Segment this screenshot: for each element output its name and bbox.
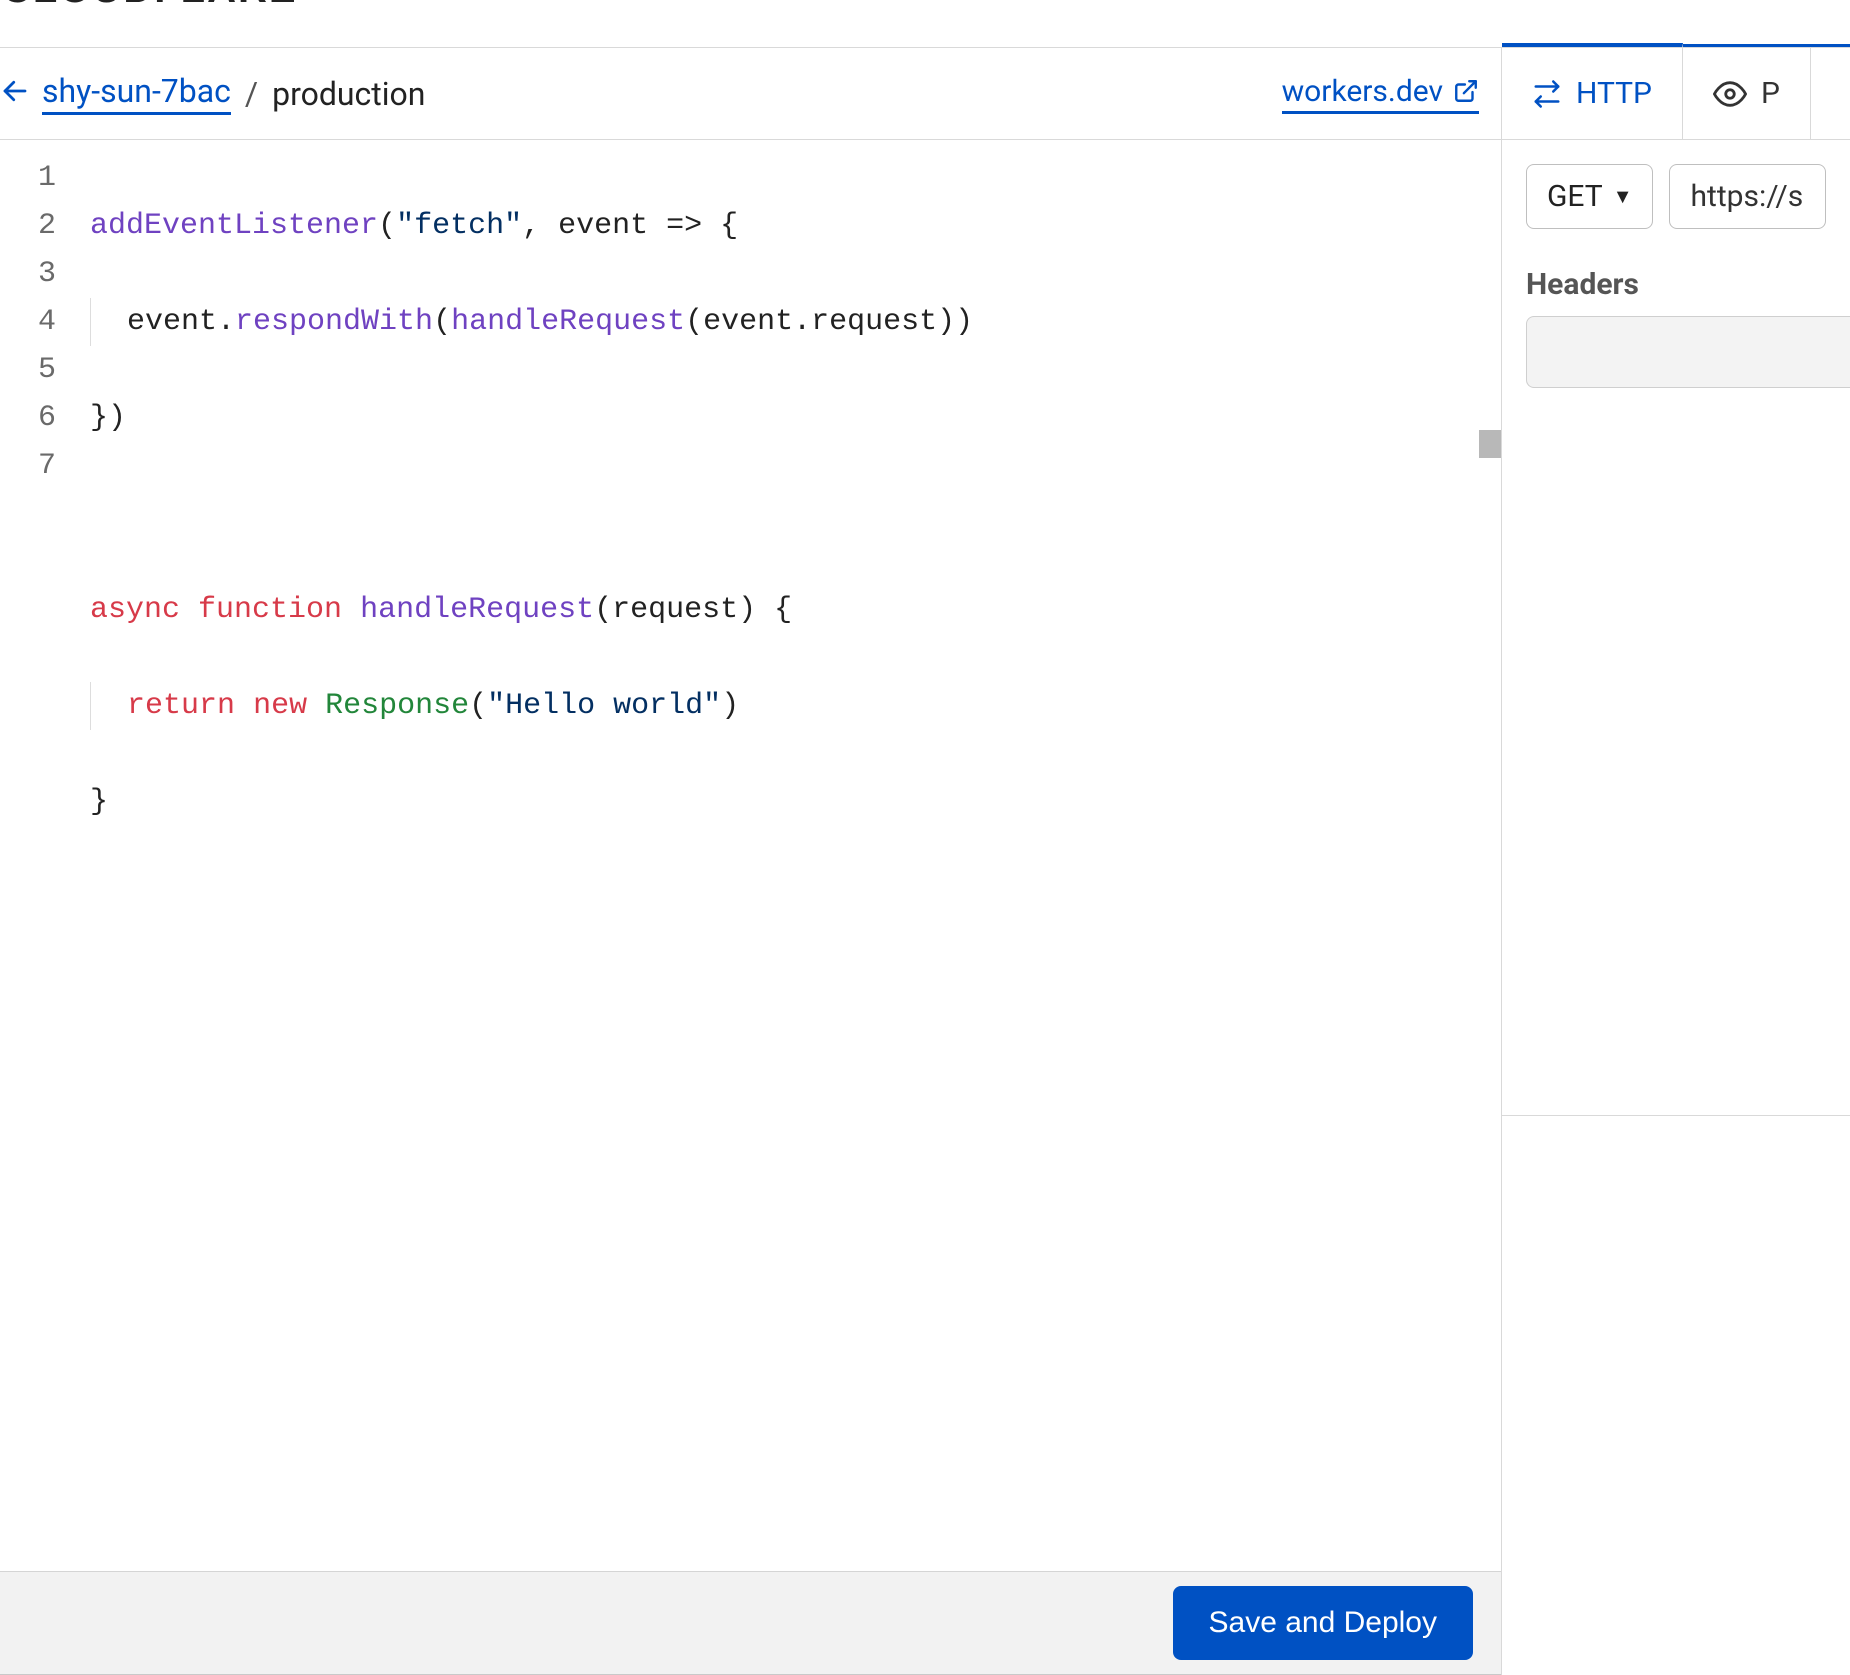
workers-dev-label: workers.dev — [1282, 74, 1443, 109]
http-method-select[interactable]: GET ▼ — [1526, 164, 1653, 229]
code-area[interactable]: addEventListener ( "fetch", event => { eve… — [80, 140, 1501, 1571]
tab-http[interactable]: HTTP — [1502, 43, 1683, 139]
external-link-icon — [1453, 78, 1479, 104]
line-gutter: 1234567 — [0, 140, 80, 1571]
code-token: respondWith — [235, 305, 433, 339]
headers-input[interactable] — [1526, 316, 1850, 388]
code-token: new — [253, 689, 307, 723]
breadcrumb-row: shy-sun-7bac / production workers.dev — [0, 48, 1501, 140]
save-and-deploy-button[interactable]: Save and Deploy — [1173, 1586, 1474, 1660]
code-token: "Hello world" — [487, 689, 721, 723]
tab-preview-label: P — [1761, 76, 1780, 111]
code-token: "fetch" — [396, 209, 522, 243]
editor-footer: Save and Deploy — [0, 1571, 1501, 1675]
workers-dev-link[interactable]: workers.dev — [1282, 74, 1479, 114]
caret-down-icon: ▼ — [1613, 184, 1633, 209]
breadcrumb-environment: production — [272, 75, 425, 113]
back-arrow-icon[interactable] — [0, 76, 34, 112]
breadcrumb: shy-sun-7bac / production — [0, 72, 425, 115]
brand-bar: CLOUDFLARE — [0, 0, 1850, 48]
side-pane: HTTP P GET ▼ https://s Headers — [1502, 44, 1850, 1675]
editor-pane: shy-sun-7bac / production workers.dev 12… — [0, 48, 1502, 1675]
code-token: function — [198, 593, 342, 627]
tab-http-label: HTTP — [1576, 76, 1652, 111]
tab-preview[interactable]: P — [1683, 48, 1811, 139]
code-token: Response — [325, 689, 469, 723]
http-method-value: GET — [1547, 179, 1603, 214]
code-token: , event => { — [522, 209, 738, 243]
code-token: handleRequest — [360, 593, 594, 627]
code-token: }) — [90, 401, 126, 435]
code-token: ( — [433, 305, 451, 339]
response-area — [1502, 1115, 1850, 1675]
http-arrows-icon — [1532, 79, 1562, 109]
breadcrumb-separator: / — [239, 75, 264, 113]
breadcrumb-project-link[interactable]: shy-sun-7bac — [42, 72, 231, 115]
code-token: handleRequest — [451, 305, 685, 339]
code-token: return — [127, 689, 235, 723]
minimap-viewport-indicator[interactable] — [1479, 430, 1501, 458]
code-token: addEventListener — [90, 209, 378, 243]
request-row: GET ▼ https://s — [1502, 140, 1850, 239]
breadcrumb-right: workers.dev — [1282, 74, 1479, 114]
code-token: async — [90, 593, 180, 627]
code-token: (request) { — [594, 593, 792, 627]
code-editor[interactable]: 1234567 addEventListener ( "fetch", event … — [0, 140, 1501, 1571]
code-token: } — [90, 785, 108, 819]
workspace: shy-sun-7bac / production workers.dev 12… — [0, 48, 1850, 1675]
code-token: (event.request)) — [685, 305, 973, 339]
request-url-value: https://s — [1690, 179, 1803, 214]
request-url-input[interactable]: https://s — [1669, 164, 1826, 229]
side-tabs: HTTP P — [1502, 48, 1850, 140]
headers-label: Headers — [1502, 239, 1850, 316]
code-token: event. — [91, 305, 235, 339]
eye-icon — [1713, 77, 1747, 111]
